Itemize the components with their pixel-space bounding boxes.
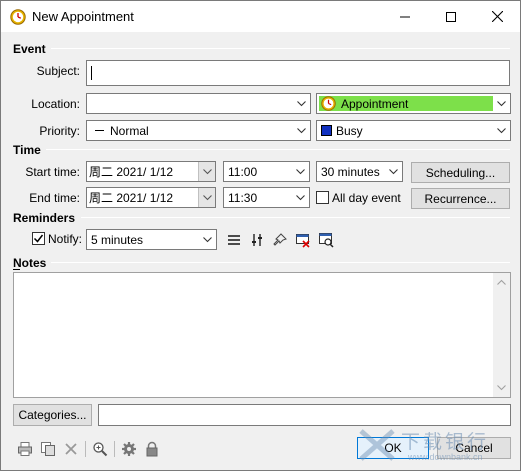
preview-icon[interactable] — [318, 232, 334, 248]
watermark-text: 下载银行 — [401, 432, 490, 453]
chevron-down-icon — [493, 121, 510, 140]
copy-icon[interactable] — [40, 441, 56, 457]
label-dropdown[interactable]: Appointment — [316, 93, 511, 114]
time-section-label: Time — [13, 143, 41, 157]
priority-label: Priority: — [39, 124, 80, 138]
notes-divider — [51, 262, 510, 263]
chevron-down-icon — [385, 162, 402, 181]
maximize-button[interactable] — [428, 1, 474, 32]
event-section-label: Event — [13, 42, 46, 56]
chevron-down-icon — [293, 121, 310, 140]
chevron-down-icon — [198, 162, 215, 181]
location-label: Location: — [31, 97, 80, 111]
notify-checkbox[interactable] — [32, 232, 45, 245]
priority-dropdown[interactable]: Normal — [86, 120, 311, 141]
end-time-label: End time: — [29, 191, 80, 205]
delete-icon[interactable] — [63, 441, 79, 457]
zoom-icon[interactable] — [92, 441, 108, 457]
subject-input[interactable] — [86, 60, 510, 86]
categories-button[interactable]: Categories... — [13, 404, 92, 426]
scroll-up-icon[interactable] — [497, 279, 506, 285]
all-day-label: All day event — [332, 191, 401, 205]
toolbar-divider — [85, 441, 86, 457]
watermark-logo — [359, 429, 395, 461]
close-icon — [491, 11, 503, 22]
end-time-dropdown[interactable]: 11:30 — [223, 187, 310, 208]
event-divider — [51, 48, 510, 49]
end-date-picker[interactable]: 周二 2021/ 1/12 — [86, 187, 216, 208]
categories-input[interactable] — [98, 404, 511, 426]
start-date-picker[interactable]: 周二 2021/ 1/12 — [86, 161, 216, 182]
notes-textarea[interactable] — [13, 272, 511, 398]
notes-section-label: Notes — [13, 256, 47, 270]
all-day-checkbox[interactable] — [316, 191, 329, 204]
notify-label: Notify: — [48, 232, 83, 246]
close-button[interactable] — [474, 1, 520, 32]
chevron-down-icon — [292, 188, 309, 207]
adjust-icon[interactable] — [249, 232, 265, 248]
chevron-down-icon — [199, 230, 216, 249]
clock-icon — [321, 96, 336, 111]
show-as-dropdown[interactable]: Busy — [316, 120, 511, 141]
recurrence-button[interactable]: Recurrence... — [411, 188, 510, 209]
minimize-button[interactable] — [382, 1, 428, 32]
list-icon[interactable] — [226, 232, 242, 248]
lock-icon[interactable] — [144, 441, 160, 457]
reminders-divider — [81, 217, 510, 218]
busy-color-swatch — [321, 125, 332, 136]
duration-dropdown[interactable]: 30 minutes — [316, 161, 403, 182]
chevron-down-icon — [493, 94, 510, 113]
settings-icon[interactable] — [121, 441, 137, 457]
notes-accelerator-underline — [13, 269, 20, 270]
notify-dropdown[interactable]: 5 minutes — [86, 229, 217, 250]
pin-icon[interactable] — [272, 232, 288, 248]
label-value: Appointment — [341, 97, 409, 111]
start-time-dropdown[interactable]: 11:00 — [223, 161, 310, 182]
clock-icon — [10, 8, 26, 25]
scroll-down-icon[interactable] — [497, 385, 506, 391]
subject-label: Subject: — [36, 64, 80, 78]
window-title: New Appointment — [32, 9, 134, 24]
start-time-label: Start time: — [25, 165, 80, 179]
chevron-down-icon — [198, 188, 215, 207]
print-icon[interactable] — [17, 441, 33, 457]
chevron-down-icon — [292, 162, 309, 181]
text-cursor — [91, 66, 92, 80]
watermark-url: www.downbank.cn — [408, 452, 483, 462]
reminders-section-label: Reminders — [13, 211, 76, 225]
scheduling-button[interactable]: Scheduling... — [411, 162, 510, 183]
priority-normal-icon — [95, 130, 104, 131]
minimize-icon — [400, 16, 410, 17]
appointment-window: New Appointment Event Subject: Location:… — [0, 0, 521, 471]
notes-scrollbar[interactable] — [493, 273, 510, 397]
dismiss-reminder-icon[interactable] — [295, 232, 311, 248]
time-divider — [46, 149, 510, 150]
chevron-down-icon — [293, 94, 310, 113]
checkmark-icon — [33, 234, 44, 243]
location-dropdown[interactable] — [86, 93, 311, 114]
maximize-icon — [446, 11, 456, 22]
toolbar-divider — [114, 441, 115, 457]
